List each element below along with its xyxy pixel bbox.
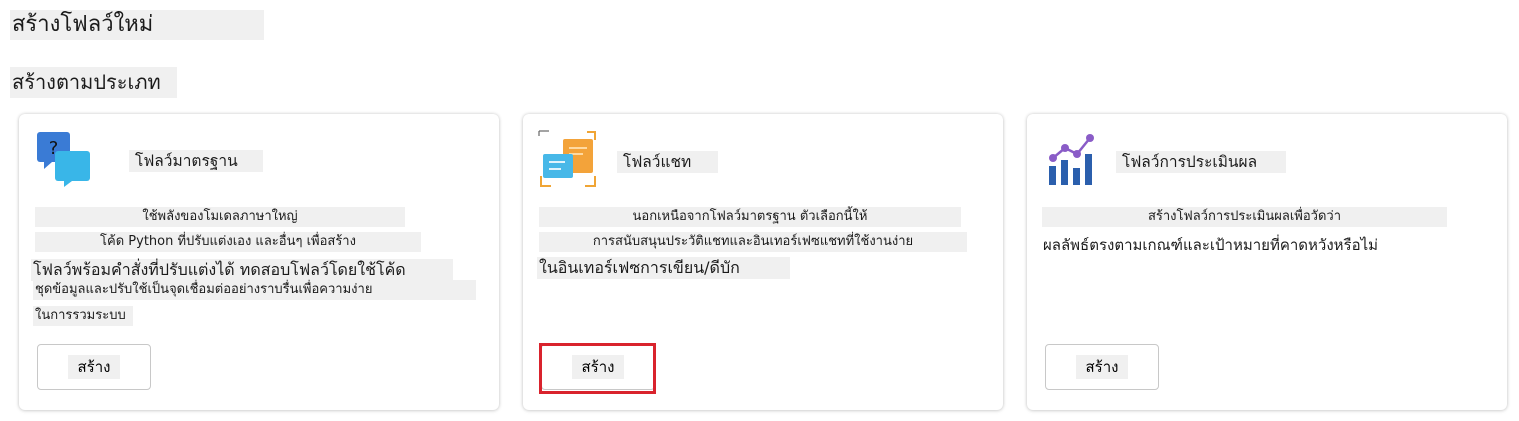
standard-flow-desc-line3: โฟลว์พร้อมคำสั่งที่ปรับแต่งได้ ทดสอบโฟลว…: [31, 259, 453, 281]
section-subtitle: สร้างตามประเภท: [10, 67, 177, 98]
chat-flow-desc-line2: การสนับสนุนประวัติแชทและอินเทอร์เฟซแชทที…: [539, 232, 967, 252]
chat-flow-title: โฟลว์แชท: [617, 151, 718, 173]
chat-flow-desc-line1: นอกเหนือจากโฟลว์มาตรฐาน ตัวเลือกนี้ให้: [539, 207, 961, 227]
create-button-label: สร้าง: [67, 355, 121, 379]
evaluation-flow-card: โฟลว์การประเมินผล สร้างโฟลว์การประเมินผล…: [1027, 114, 1507, 410]
standard-flow-desc-line5: ในการรวมระบบ: [33, 306, 133, 326]
create-chat-flow-button[interactable]: สร้าง: [541, 344, 655, 390]
create-button-label: สร้าง: [571, 355, 625, 379]
create-button-label: สร้าง: [1075, 355, 1129, 379]
chat-question-icon: ?: [37, 132, 90, 187]
create-evaluation-flow-button[interactable]: สร้าง: [1045, 344, 1159, 390]
standard-flow-desc-line4: ชุดข้อมูลและปรับใช้เป็นจุดเชื่อมต่ออย่าง…: [33, 280, 476, 300]
page-title: สร้างโฟลว์ใหม่: [10, 10, 264, 40]
standard-flow-card: ? โฟลว์มาตรฐาน ใช้พลังของโมเดลภาษาใหญ่ โ…: [19, 114, 499, 410]
chat-documents-icon: [538, 130, 596, 187]
evaluation-flow-desc-line1: สร้างโฟลว์การประเมินผลเพื่อวัดว่า: [1042, 207, 1447, 227]
evaluation-flow-title: โฟลว์การประเมินผล: [1116, 151, 1286, 173]
chat-flow-desc-line3: ในอินเทอร์เฟซการเขียน/ดีบัก: [537, 257, 790, 279]
create-standard-flow-button[interactable]: สร้าง: [37, 344, 151, 390]
standard-flow-title: โฟลว์มาตรฐาน: [129, 150, 263, 172]
chat-flow-card: โฟลว์แชท นอกเหนือจากโฟลว์มาตรฐาน ตัวเลือ…: [523, 114, 1003, 410]
evaluation-flow-desc-line2: ผลลัพธ์ตรงตามเกณฑ์และเป้าหมายที่คาดหวังห…: [1043, 236, 1379, 254]
standard-flow-desc-line1: ใช้พลังของโมเดลภาษาใหญ่: [35, 207, 405, 227]
evaluation-chart-icon: [1049, 134, 1094, 185]
standard-flow-desc-line2: โค้ด Python ที่ปรับแต่งเอง และอื่นๆ เพื่…: [35, 232, 421, 252]
